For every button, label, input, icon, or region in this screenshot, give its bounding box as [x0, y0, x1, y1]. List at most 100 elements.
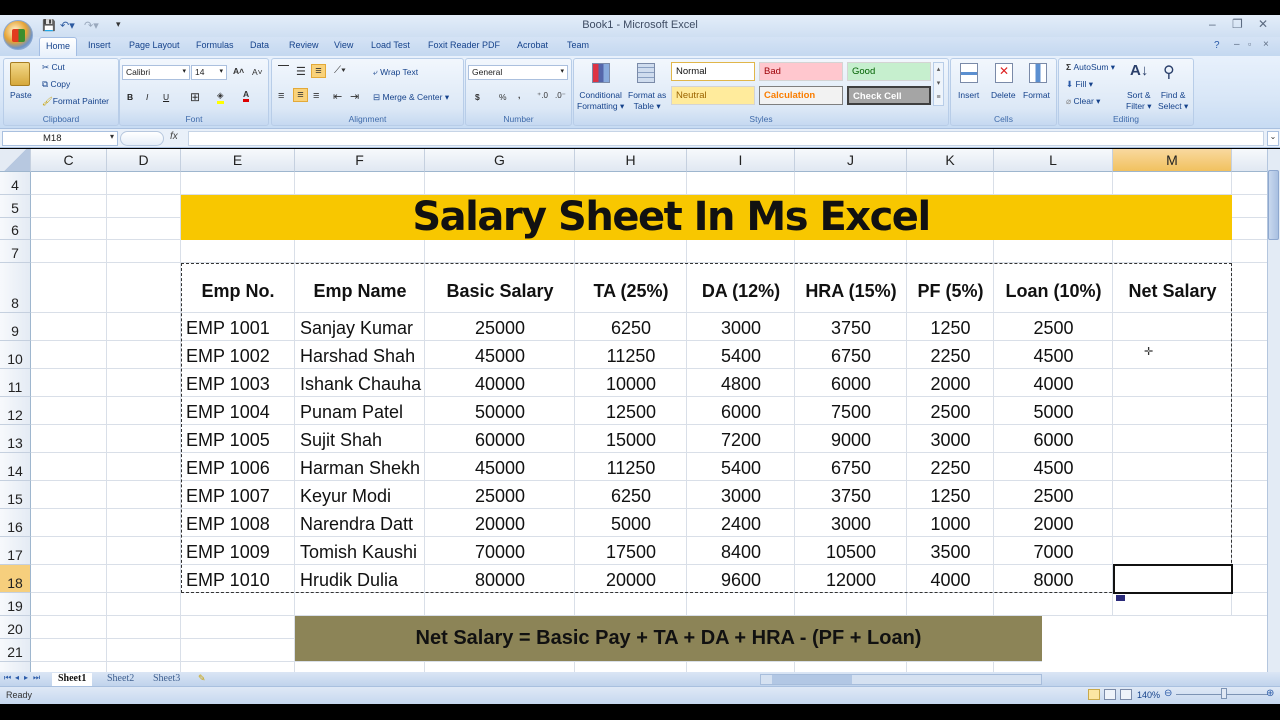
worksheet-grid[interactable]: CDEFGHIJKLM 4 5 6 7 8 9 10 11 12 13 14 15 16 17 18 19 20…	[0, 149, 1267, 672]
orientation-icon[interactable]: ⟋▾	[334, 65, 346, 76]
row-header-11[interactable]: 11	[0, 369, 31, 397]
workbook-restore-button[interactable]: ▫	[1248, 39, 1251, 49]
format-button[interactable]: Format	[1023, 90, 1050, 100]
font-size-combo[interactable]: 14 ▾	[191, 65, 227, 80]
row-header-16[interactable]: 16	[0, 509, 31, 537]
tab-formulas[interactable]: Formulas	[196, 40, 234, 50]
tab-review[interactable]: Review	[289, 40, 319, 50]
format-painter-button[interactable]: 🖌Format Painter	[42, 96, 109, 107]
row-header-18[interactable]: 18	[0, 565, 31, 593]
row-header-10[interactable]: 10	[0, 341, 31, 369]
column-header-d[interactable]: D	[107, 149, 181, 172]
conditional-formatting-button[interactable]: Conditional Formatting ▾	[577, 90, 624, 112]
column-header-j[interactable]: J	[795, 149, 907, 172]
column-header-partial[interactable]	[1232, 149, 1267, 172]
row-header-12[interactable]: 12	[0, 397, 31, 425]
row-header-8[interactable]: 8	[0, 263, 31, 313]
zoom-out-icon[interactable]: ⊖	[1164, 688, 1172, 699]
row-header-21[interactable]: 21	[0, 639, 31, 662]
column-header-g[interactable]: G	[425, 149, 575, 172]
increase-indent-icon[interactable]: ⇥	[350, 90, 359, 103]
help-icon[interactable]: ?	[1214, 40, 1220, 51]
column-header-f[interactable]: F	[295, 149, 425, 172]
wrap-text-button[interactable]: ⤶ Wrap Text	[373, 67, 418, 78]
paste-button[interactable]: Paste	[10, 90, 32, 100]
align-right-icon[interactable]: ≡	[313, 90, 319, 102]
restore-button[interactable]: ❐	[1232, 17, 1243, 31]
name-box-dropdown-icon[interactable]: ▾	[110, 132, 114, 141]
paste-icon[interactable]	[10, 62, 30, 86]
decrease-decimal-icon[interactable]: .0⁻	[555, 91, 566, 100]
column-header-m[interactable]: M	[1113, 149, 1232, 172]
format-as-table-button[interactable]: Format as Table ▾	[628, 90, 666, 112]
sheet-tab-sheet3[interactable]: Sheet3	[153, 673, 180, 684]
column-header-c[interactable]: C	[31, 149, 107, 172]
column-header-l[interactable]: L	[994, 149, 1113, 172]
align-bottom-icon[interactable]: ≡	[311, 64, 326, 78]
align-center-icon[interactable]: ≡	[293, 88, 308, 102]
copy-button[interactable]: ⧉ Copy	[42, 79, 70, 90]
column-header-i[interactable]: I	[687, 149, 795, 172]
shrink-font-button[interactable]: A˅	[252, 67, 263, 77]
vertical-scroll-thumb[interactable]	[1268, 170, 1279, 240]
increase-decimal-icon[interactable]: ⁺.0	[537, 91, 548, 100]
horizontal-scroll-thumb[interactable]	[772, 675, 852, 684]
row-header-6[interactable]: 6	[0, 218, 31, 240]
close-button[interactable]: ✕	[1258, 17, 1268, 31]
zoom-in-icon[interactable]: ⊕	[1266, 688, 1274, 699]
row-header-13[interactable]: 13	[0, 425, 31, 453]
formula-bar-divider-handle[interactable]	[120, 131, 164, 146]
number-format-combo[interactable]: General ▾	[468, 65, 568, 80]
normal-view-icon[interactable]	[1088, 689, 1100, 700]
gallery-scroll-icon[interactable]: ▴ ▾ ≡	[933, 62, 944, 106]
align-left-icon[interactable]: ≡	[278, 90, 284, 102]
font-name-combo[interactable]: Calibri ▾	[122, 65, 190, 80]
name-box[interactable]: M18	[2, 131, 118, 146]
workbook-minimize-button[interactable]: –	[1234, 39, 1240, 50]
sheet-tab-sheet2[interactable]: Sheet2	[107, 673, 134, 684]
row-header-17[interactable]: 17	[0, 537, 31, 565]
bold-button[interactable]: B	[127, 92, 133, 102]
fill-button[interactable]: ⬇ Fill ▾	[1066, 79, 1093, 90]
active-cell-m18[interactable]	[1113, 564, 1233, 594]
tab-load-test[interactable]: Load Test	[371, 40, 410, 50]
borders-icon[interactable]: ⊞	[190, 90, 200, 104]
expand-formula-bar-icon[interactable]: ⌄	[1267, 131, 1279, 146]
delete-button[interactable]: Delete	[991, 90, 1016, 100]
tab-acrobat[interactable]: Acrobat	[517, 40, 548, 50]
tab-team[interactable]: Team	[567, 40, 589, 50]
style-normal[interactable]: Normal	[671, 62, 755, 81]
zoom-slider-thumb[interactable]	[1221, 688, 1227, 699]
autosum-button[interactable]: Σ AutoSum ▾	[1066, 62, 1115, 73]
fill-color-icon[interactable]: ◈	[217, 90, 224, 104]
italic-button[interactable]: I	[146, 92, 148, 102]
column-header-h[interactable]: H	[575, 149, 687, 172]
insert-button[interactable]: Insert	[958, 90, 979, 100]
minimize-button[interactable]: –	[1209, 17, 1216, 31]
page-layout-view-icon[interactable]	[1104, 689, 1116, 700]
row-header-14[interactable]: 14	[0, 453, 31, 481]
tab-home[interactable]: Home	[39, 37, 78, 57]
find-select-button[interactable]: Find & Select ▾	[1158, 90, 1188, 112]
style-good[interactable]: Good	[847, 62, 931, 81]
style-calculation[interactable]: Calculation	[759, 86, 843, 105]
row-header-4[interactable]: 4	[0, 172, 31, 195]
comma-button[interactable]: ,	[518, 90, 520, 100]
row-header-19[interactable]: 19	[0, 593, 31, 616]
select-all-button[interactable]	[0, 149, 31, 172]
row-header-7[interactable]: 7	[0, 240, 31, 263]
row-header-partial[interactable]	[0, 662, 31, 672]
merge-center-button[interactable]: ⊟ Merge & Center ▾	[373, 92, 449, 103]
next-sheet-icon[interactable]: ▸	[24, 673, 28, 682]
align-middle-icon[interactable]: ☰	[296, 65, 306, 78]
sort-filter-button[interactable]: Sort & Filter ▾	[1126, 90, 1152, 112]
tab-view[interactable]: View	[334, 40, 353, 50]
column-header-k[interactable]: K	[907, 149, 994, 172]
cut-button[interactable]: ✂ Cut	[42, 62, 65, 73]
last-sheet-icon[interactable]: ⏭	[33, 673, 40, 683]
percent-button[interactable]: %	[499, 92, 507, 102]
clear-button[interactable]: ⌀ Clear ▾	[1066, 96, 1100, 107]
sheet-tab-sheet1[interactable]: Sheet1	[52, 673, 93, 686]
zoom-level[interactable]: 140%	[1137, 690, 1160, 700]
row-header-20[interactable]: 20	[0, 616, 31, 639]
